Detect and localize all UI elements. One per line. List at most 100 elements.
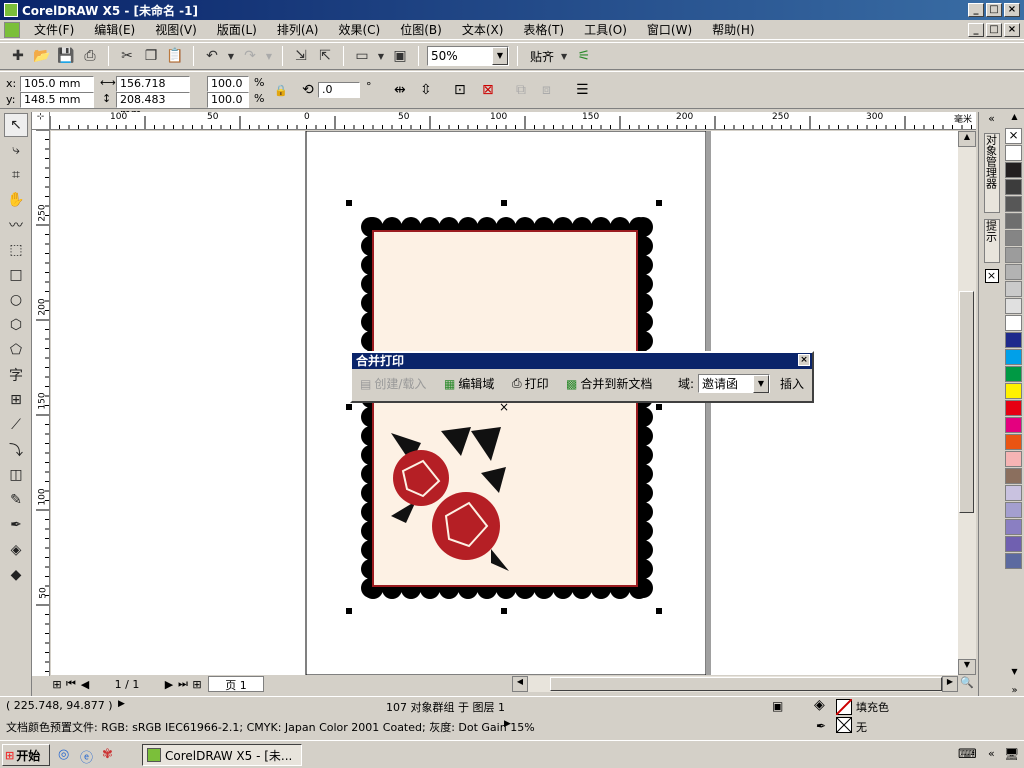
color-swatch[interactable] bbox=[1005, 468, 1022, 484]
no-color-swatch-icon[interactable]: ⨯ bbox=[1005, 128, 1022, 144]
vertical-scrollbar[interactable]: ▲ ▼ bbox=[958, 131, 976, 675]
menu-effects[interactable]: 效果(C) bbox=[328, 21, 390, 39]
color-swatch[interactable] bbox=[1005, 485, 1022, 501]
next-page-icon[interactable]: ▶ bbox=[162, 678, 176, 691]
ungroup-icon[interactable]: ⊠ bbox=[482, 82, 494, 98]
scroll-down-icon[interactable]: ▼ bbox=[958, 659, 976, 675]
chrome-icon[interactable]: ◎ bbox=[58, 747, 69, 762]
menu-view[interactable]: 视图(V) bbox=[145, 21, 207, 39]
hints-tab[interactable]: 提示 bbox=[983, 219, 1000, 263]
palette-scroll-up-icon[interactable]: ▲ bbox=[1005, 112, 1024, 128]
color-swatch[interactable] bbox=[1005, 281, 1022, 297]
menu-window[interactable]: 窗口(W) bbox=[637, 21, 702, 39]
paste-icon[interactable]: 📋 bbox=[165, 46, 185, 66]
rotation-field[interactable]: .0 bbox=[318, 82, 360, 98]
smart-fill-icon[interactable]: ⬚ bbox=[4, 238, 28, 262]
scale-x-field[interactable]: 100.0 bbox=[207, 76, 249, 92]
ie-icon[interactable]: ⓔ bbox=[80, 747, 93, 766]
color-swatch[interactable] bbox=[1005, 519, 1022, 535]
docker-collapse-icon[interactable]: « bbox=[979, 112, 1004, 125]
chevron-down-icon[interactable]: ▼ bbox=[753, 375, 769, 393]
previous-page-icon[interactable]: ◀ bbox=[78, 678, 92, 691]
field-select[interactable]: 邀请函 ▼ bbox=[698, 374, 770, 393]
doc-minimize-button[interactable]: _ bbox=[968, 23, 984, 37]
color-swatch[interactable] bbox=[1005, 434, 1022, 450]
vertical-scroll-thumb[interactable] bbox=[959, 291, 974, 513]
last-page-icon[interactable]: ⏭ bbox=[176, 677, 190, 691]
insert-button[interactable]: 插入 bbox=[780, 375, 804, 392]
menu-arrange[interactable]: 排列(A) bbox=[267, 21, 329, 39]
zoom-level-select[interactable]: 50% ▼ bbox=[427, 46, 509, 66]
expand-arrow-icon[interactable]: ▶ bbox=[504, 719, 511, 729]
add-page-after-icon[interactable]: ⊞ bbox=[190, 678, 204, 691]
color-swatch[interactable] bbox=[1005, 502, 1022, 518]
color-swatch[interactable] bbox=[1005, 230, 1022, 246]
menu-bitmaps[interactable]: 位图(B) bbox=[390, 21, 452, 39]
mirror-vertical-icon[interactable]: ⇳ bbox=[420, 82, 432, 98]
network-icon[interactable]: 🖥 bbox=[1004, 747, 1019, 761]
ellipse-tool-icon[interactable]: ○ bbox=[4, 288, 28, 312]
edit-fields-button[interactable]: ▦ 编辑域 bbox=[444, 375, 494, 392]
maximize-button[interactable]: □ bbox=[986, 3, 1002, 17]
color-swatch[interactable] bbox=[1005, 145, 1022, 161]
print-button[interactable]: ⎙ 打印 bbox=[512, 375, 549, 392]
merge-print-title-bar[interactable]: 合并打印 × bbox=[352, 353, 812, 369]
eyedropper-tool-icon[interactable]: ✎ bbox=[4, 488, 28, 512]
scroll-right-icon[interactable]: ▶ bbox=[942, 676, 958, 692]
table-tool-icon[interactable]: ⊞ bbox=[4, 388, 28, 412]
app-shortcut-icon[interactable]: ✾ bbox=[102, 747, 113, 762]
object-manager-tab[interactable]: 对象管理器 bbox=[983, 133, 1000, 213]
welcome-screen-icon[interactable]: ▣ bbox=[390, 46, 410, 66]
minimize-button[interactable]: _ bbox=[968, 3, 984, 17]
open-folder-icon[interactable]: 📂 bbox=[32, 46, 52, 66]
palette-expand-icon[interactable]: » bbox=[1005, 685, 1024, 696]
height-field[interactable]: 208.483 mm bbox=[116, 92, 190, 120]
cut-icon[interactable]: ✂ bbox=[117, 46, 137, 66]
basic-shapes-icon[interactable]: ⬠ bbox=[4, 338, 28, 362]
ruler-origin-icon[interactable]: ⊹ bbox=[32, 112, 50, 130]
drawing-canvas[interactable]: × bbox=[51, 131, 958, 675]
color-swatch[interactable] bbox=[1005, 332, 1022, 348]
merge-to-new-document-button[interactable]: ▩ 合并到新文档 bbox=[566, 375, 652, 392]
zoom-navigator-icon[interactable]: 🔍 bbox=[958, 676, 976, 692]
color-swatch[interactable] bbox=[1005, 366, 1022, 382]
dropdown-arrow-icon[interactable]: ▼ bbox=[558, 46, 570, 66]
mirror-horizontal-icon[interactable]: ⇹ bbox=[394, 82, 406, 98]
rectangle-tool-icon[interactable]: □ bbox=[4, 263, 28, 287]
color-swatch[interactable] bbox=[1005, 536, 1022, 552]
color-swatch[interactable] bbox=[1005, 298, 1022, 314]
color-swatch[interactable] bbox=[1005, 451, 1022, 467]
y-position-field[interactable]: 148.5 mm bbox=[20, 92, 94, 108]
lock-ratio-icon[interactable]: 🔒 bbox=[274, 84, 288, 97]
options-icon[interactable]: ⚟ bbox=[574, 46, 594, 66]
first-page-icon[interactable]: ⏮ bbox=[64, 677, 78, 691]
menu-layout[interactable]: 版面(L) bbox=[207, 21, 267, 39]
dropdown-arrow-icon[interactable]: ▼ bbox=[226, 46, 236, 66]
color-swatch[interactable] bbox=[1005, 162, 1022, 178]
color-swatch[interactable] bbox=[1005, 383, 1022, 399]
break-apart-icon[interactable]: ⧈ bbox=[542, 82, 551, 98]
interactive-fill-icon[interactable]: ◆ bbox=[4, 563, 28, 587]
create-load-button[interactable]: ▤ 创建/载入 bbox=[360, 375, 426, 392]
color-swatch[interactable] bbox=[1005, 417, 1022, 433]
expand-arrow-icon[interactable]: ▶ bbox=[118, 699, 125, 709]
pan-tool-icon[interactable]: ✋ bbox=[4, 188, 28, 212]
color-swatch[interactable] bbox=[1005, 213, 1022, 229]
vertical-ruler[interactable]: 250 200 150 100 50 bbox=[32, 130, 50, 676]
x-position-field[interactable]: 105.0 mm bbox=[20, 76, 94, 92]
horizontal-scroll-thumb[interactable] bbox=[550, 677, 942, 691]
taskbar-coreldraw-task[interactable]: CorelDRAW X5 - [未... bbox=[142, 744, 302, 766]
palette-scroll-down-icon[interactable]: ▼ bbox=[1005, 667, 1024, 676]
save-icon[interactable]: 💾 bbox=[56, 46, 76, 66]
scale-y-field[interactable]: 100.0 bbox=[207, 92, 249, 108]
width-field[interactable]: 156.718 mm bbox=[116, 76, 190, 104]
document-icon[interactable] bbox=[4, 21, 20, 38]
horizontal-scrollbar[interactable]: ◀ ▶ bbox=[512, 676, 958, 692]
color-swatch[interactable] bbox=[1005, 179, 1022, 195]
shape-tool-icon[interactable]: ⤷ bbox=[4, 138, 28, 162]
doc-restore-button[interactable]: □ bbox=[986, 23, 1002, 37]
crop-tool-icon[interactable]: ⌗ bbox=[4, 163, 28, 187]
menu-tools[interactable]: 工具(O) bbox=[574, 21, 637, 39]
combine-icon[interactable]: ⧉ bbox=[516, 82, 526, 98]
page-tab[interactable]: 页 1 bbox=[208, 676, 264, 692]
